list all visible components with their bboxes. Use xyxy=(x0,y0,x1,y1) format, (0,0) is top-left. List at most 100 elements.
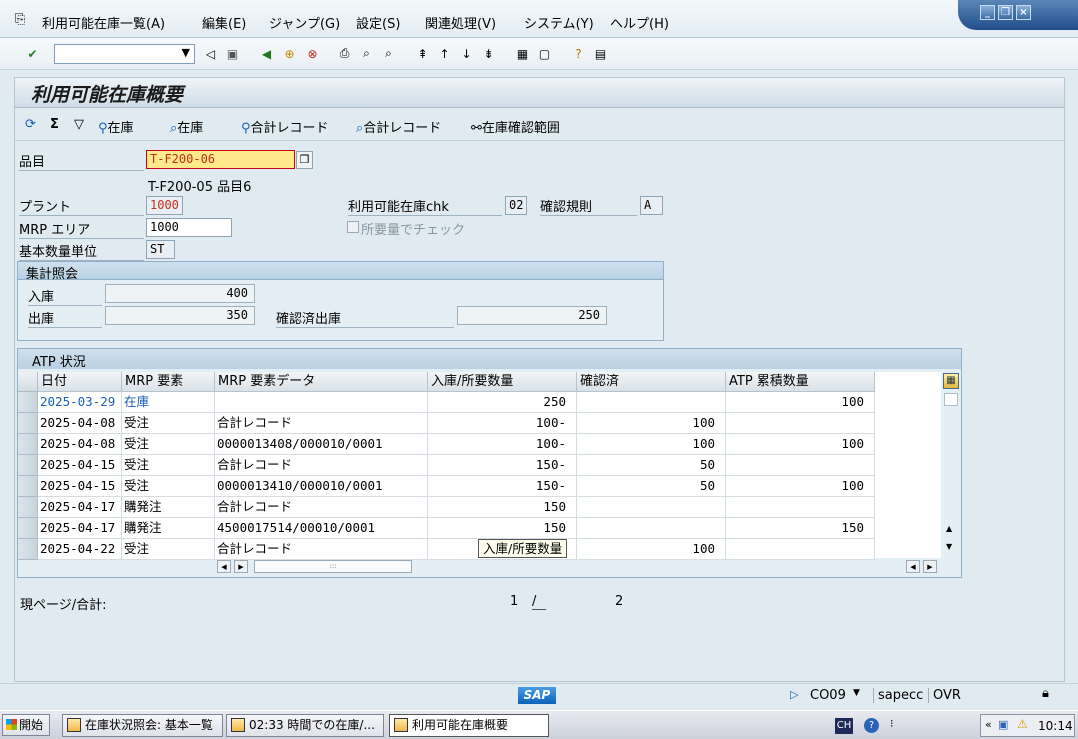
cell-mrp-element-data[interactable] xyxy=(215,392,428,413)
menu-item-list[interactable]: 利用可能在庫一覧(A) xyxy=(42,13,165,32)
horizontal-scrollbar[interactable]: ◀ ▶ ::: xyxy=(216,559,414,574)
vertical-scrollbar[interactable]: ▲ ▼ xyxy=(943,392,959,558)
cell-date[interactable]: 2025-04-08 xyxy=(38,413,122,434)
cell-mrp-element[interactable]: 受注 xyxy=(122,476,215,497)
scroll-up-icon[interactable]: ▲ xyxy=(946,524,952,533)
help-icon[interactable]: ? xyxy=(864,718,879,733)
prev-page-icon[interactable]: ↑ xyxy=(436,45,453,62)
total-record-button-1[interactable]: ⚲合計レコード xyxy=(241,117,329,136)
lock-icon[interactable]: 🔒︎ xyxy=(1042,686,1049,701)
sum-icon[interactable]: Σ xyxy=(50,117,59,132)
col-header-quantity[interactable]: 入庫/所要数量 xyxy=(428,372,577,392)
cell-mrp-element[interactable]: 受注 xyxy=(122,539,215,560)
cell-mrp-element-data[interactable]: 合計レコード xyxy=(215,539,428,560)
horizontal-scroll-thumb[interactable]: ::: xyxy=(254,560,412,573)
menu-item-system[interactable]: システム(Y) xyxy=(524,13,594,32)
scroll-left-icon[interactable]: ◀ xyxy=(217,560,231,573)
scroll-left-icon[interactable]: ◀ xyxy=(906,560,920,573)
ime-icon[interactable]: ⁝ xyxy=(890,717,894,730)
scroll-right-icon[interactable]: ▶ xyxy=(923,560,937,573)
menu-item-settings[interactable]: 設定(S) xyxy=(356,13,400,32)
start-button[interactable]: 開始 xyxy=(2,714,50,736)
col-header-mrp-element[interactable]: MRP 要素 xyxy=(122,372,215,392)
tray-expand-icon[interactable]: « xyxy=(985,718,992,731)
first-page-icon[interactable]: ⇞ xyxy=(414,45,431,62)
task-stock-overview[interactable]: 在庫状況照会: 基本一覧 xyxy=(62,714,223,737)
enter-icon[interactable]: ✔ xyxy=(24,45,41,62)
cancel-icon[interactable]: ⊗ xyxy=(304,45,321,62)
exit-icon[interactable]: ⊕ xyxy=(281,45,298,62)
cell-mrp-element[interactable]: 受注 xyxy=(122,455,215,476)
language-indicator[interactable]: CH xyxy=(835,718,853,734)
mrp-area-input[interactable]: 1000 xyxy=(146,218,232,237)
col-header-date[interactable]: 日付 xyxy=(38,372,122,392)
select-all-cell[interactable] xyxy=(18,372,38,392)
find-next-icon[interactable]: ⌕ xyxy=(380,45,397,62)
status-expand-icon[interactable]: ▷ xyxy=(790,688,798,701)
stock-button-2[interactable]: ⌕在庫 xyxy=(170,117,203,136)
cell-mrp-element-data[interactable]: 合計レコード xyxy=(215,455,428,476)
scroll-right-icon[interactable]: ▶ xyxy=(234,560,248,573)
stock-button-1[interactable]: ⚲在庫 xyxy=(98,117,134,136)
refresh-icon[interactable]: ⟳ xyxy=(25,117,36,132)
task-atp-overview[interactable]: 利用可能在庫概要 xyxy=(389,714,549,737)
row-selector[interactable] xyxy=(18,455,38,476)
cell-mrp-element-data[interactable]: 4500017514/00010/0001 xyxy=(215,518,428,539)
menu-item-edit[interactable]: 編集(E) xyxy=(202,13,246,32)
row-selector[interactable] xyxy=(18,539,38,560)
chevron-down-icon[interactable]: ▼ xyxy=(853,688,860,698)
row-selector[interactable] xyxy=(18,434,38,455)
cell-date[interactable]: 2025-03-29 xyxy=(38,392,122,413)
row-selector[interactable] xyxy=(18,497,38,518)
cell-mrp-element-data[interactable]: 合計レコード xyxy=(215,413,428,434)
last-page-icon[interactable]: ⇟ xyxy=(480,45,497,62)
cell-mrp-element[interactable]: 受注 xyxy=(122,413,215,434)
network-icon[interactable]: ▣ xyxy=(998,718,1008,731)
cell-date[interactable]: 2025-04-17 xyxy=(38,518,122,539)
help-icon[interactable]: ? xyxy=(570,45,587,62)
cell-mrp-element[interactable]: 購発注 xyxy=(122,518,215,539)
col-header-confirmed[interactable]: 確認済 xyxy=(577,372,726,392)
chevron-down-icon[interactable]: ▼ xyxy=(182,46,190,59)
menu-item-help[interactable]: ヘルプ(H) xyxy=(610,13,669,32)
task-stock-time[interactable]: 02:33 時間での在庫/... xyxy=(226,714,384,737)
cell-mrp-element-data[interactable]: 0000013408/000010/0001 xyxy=(215,434,428,455)
cell-date[interactable]: 2025-04-17 xyxy=(38,497,122,518)
command-field[interactable]: ▼ xyxy=(54,44,195,64)
save-icon[interactable]: ▣ xyxy=(224,45,241,62)
material-input[interactable]: T-F200-06 xyxy=(146,150,295,169)
col-header-mrp-element-data[interactable]: MRP 要素データ xyxy=(215,372,428,392)
warning-icon[interactable]: ⚠ xyxy=(1017,717,1028,731)
cell-mrp-element-data[interactable]: 0000013410/000010/0001 xyxy=(215,476,428,497)
cell-mrp-element[interactable]: 購発注 xyxy=(122,497,215,518)
cell-date[interactable]: 2025-04-15 xyxy=(38,455,122,476)
back-arrow-icon[interactable]: ◁ xyxy=(202,45,219,62)
cell-date[interactable]: 2025-04-08 xyxy=(38,434,122,455)
table-settings-icon[interactable]: ▦ xyxy=(943,373,959,389)
requirement-check-checkbox[interactable] xyxy=(347,221,359,233)
layout-icon[interactable]: ▤ xyxy=(592,45,609,62)
row-selector[interactable] xyxy=(18,476,38,497)
cell-mrp-element[interactable]: 受注 xyxy=(122,434,215,455)
scroll-thumb[interactable] xyxy=(944,393,958,406)
new-session-icon[interactable]: ▦ xyxy=(514,45,531,62)
filter-icon[interactable]: ▽ xyxy=(74,117,84,132)
total-record-button-2[interactable]: ⌕合計レコード xyxy=(356,117,441,136)
close-icon[interactable]: × xyxy=(1016,5,1031,20)
stock-scope-button[interactable]: ⚯在庫確認範囲 xyxy=(471,117,560,136)
scroll-down-icon[interactable]: ▼ xyxy=(946,542,952,551)
next-page-icon[interactable]: ↓ xyxy=(458,45,475,62)
row-selector[interactable] xyxy=(18,413,38,434)
cell-date[interactable]: 2025-04-15 xyxy=(38,476,122,497)
horizontal-scrollbar-right[interactable]: ◀ ▶ xyxy=(905,559,941,574)
shortcut-icon[interactable]: ▢ xyxy=(536,45,553,62)
restore-icon[interactable]: ❐ xyxy=(998,5,1013,20)
back-icon[interactable]: ◀ xyxy=(258,45,275,62)
print-icon[interactable]: ⎙ xyxy=(336,45,353,62)
cell-date[interactable]: 2025-04-22 xyxy=(38,539,122,560)
minimize-icon[interactable]: _ xyxy=(980,5,995,20)
cell-mrp-element-data[interactable]: 合計レコード xyxy=(215,497,428,518)
find-icon[interactable]: ⌕ xyxy=(358,45,375,62)
row-selector[interactable] xyxy=(18,518,38,539)
match-code-icon[interactable]: ❐ xyxy=(296,151,313,169)
